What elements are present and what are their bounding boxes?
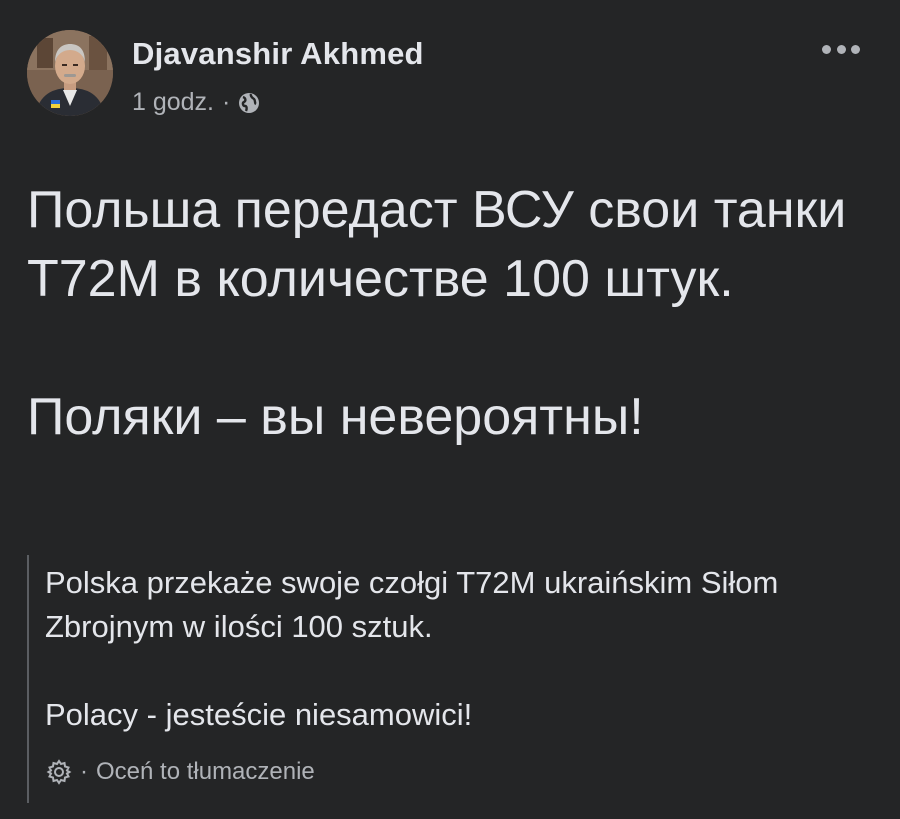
- post-paragraph: Поляки – вы невероятны!: [27, 388, 644, 446]
- translation-paragraph: Polacy - jesteście niesamowici!: [45, 697, 473, 732]
- rate-separator: ·: [80, 758, 88, 785]
- rate-translation-link[interactable]: Oceń to tłumaczenie: [96, 758, 315, 786]
- avatar-image: [27, 30, 113, 116]
- author-name[interactable]: Djavanshir Akhmed: [132, 36, 424, 72]
- more-dot: [822, 44, 831, 54]
- rate-translation[interactable]: · Oceń to tłumaczenie: [45, 758, 315, 786]
- meta-separator: ·: [222, 88, 231, 116]
- gear-icon[interactable]: [45, 758, 73, 786]
- more-dot: [851, 44, 860, 54]
- globe-icon[interactable]: [237, 91, 261, 115]
- translation-paragraph: Polska przekaże swoje czołgi T72M ukraiń…: [45, 565, 779, 644]
- post-card: Djavanshir Akhmed 1 godz. · Польша перед…: [0, 0, 900, 819]
- more-dot: [836, 44, 846, 54]
- avatar[interactable]: [27, 30, 113, 116]
- translation-text: Polska przekaże swoje czołgi T72M ukraiń…: [45, 561, 865, 737]
- post-meta: 1 godz. ·: [132, 88, 261, 117]
- more-options-icon[interactable]: [822, 40, 860, 58]
- post-timestamp[interactable]: 1 godz.: [132, 88, 214, 117]
- translation-block: Polska przekaże swoje czołgi T72M ukraiń…: [27, 555, 879, 803]
- post-paragraph: Польша передаст ВСУ свои танки Т72М в ко…: [27, 181, 847, 308]
- post-text: Польша передаст ВСУ свои танки Т72М в ко…: [27, 176, 847, 452]
